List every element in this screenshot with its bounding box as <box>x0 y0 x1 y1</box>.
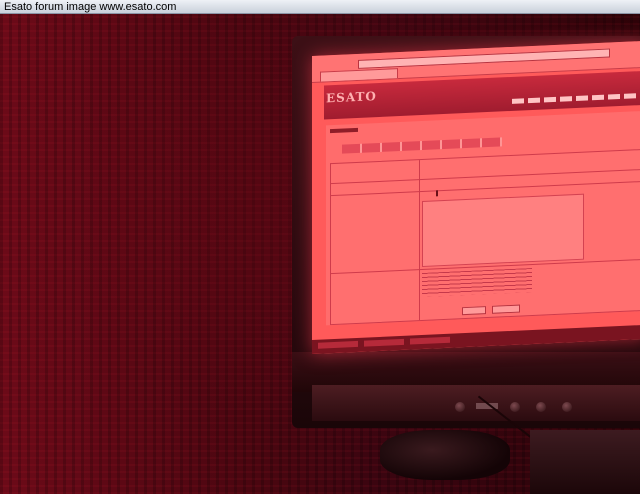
post-options-checkboxes <box>422 268 532 298</box>
site-logo: ESATO <box>326 89 377 106</box>
window-title: Esato forum image www.esato.com <box>4 1 177 13</box>
message-body-field <box>422 193 584 268</box>
monitor-button <box>562 402 572 412</box>
text-caret <box>436 190 438 197</box>
address-bar <box>358 48 610 69</box>
submit-button <box>462 306 486 316</box>
window-titlebar: Esato forum image www.esato.com <box>0 0 640 14</box>
monitor-button <box>510 402 520 412</box>
monitor-button <box>455 402 465 412</box>
monitor-button <box>536 402 546 412</box>
desk-object <box>380 430 510 480</box>
desk-device <box>530 430 640 494</box>
preview-button <box>492 304 520 314</box>
browser-tab <box>320 68 398 82</box>
monitor-screen: ESATO <box>312 40 640 354</box>
